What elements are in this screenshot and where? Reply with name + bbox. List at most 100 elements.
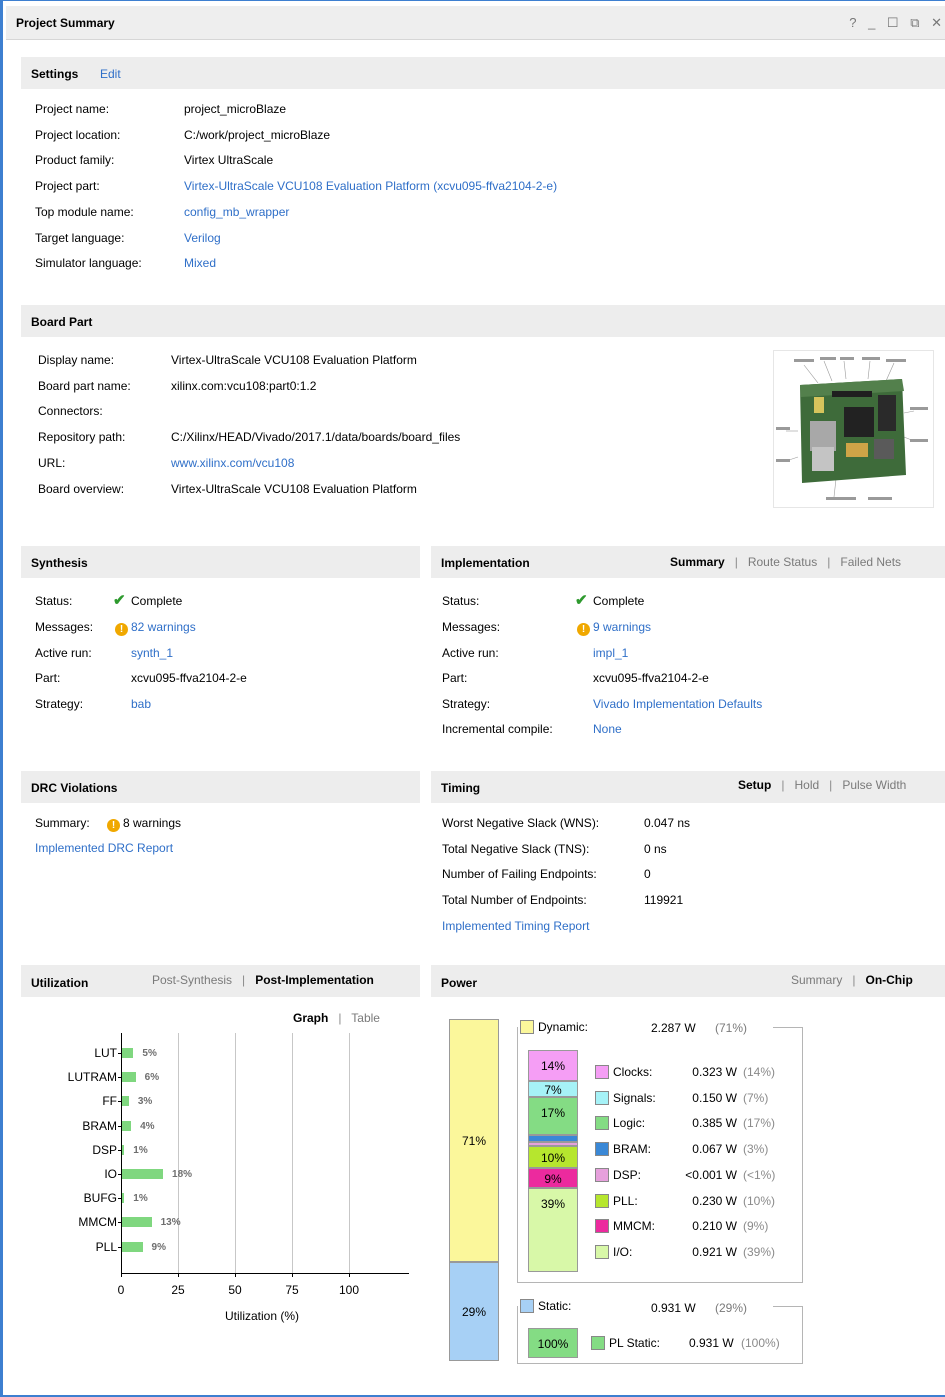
dynamic-power-bar[interactable]: 71% bbox=[449, 1019, 499, 1262]
timing-value: 0.047 ns bbox=[644, 816, 691, 830]
pl-static-label: PL Static: bbox=[609, 1336, 660, 1350]
utilization-bar[interactable] bbox=[122, 1120, 132, 1131]
settings-edit-link[interactable]: Edit bbox=[100, 67, 121, 81]
impl-strategy-link[interactable]: Vivado Implementation Defaults bbox=[593, 697, 762, 711]
impl-incremental-link[interactable]: None bbox=[593, 722, 622, 736]
bar-value-label: 5% bbox=[142, 1048, 157, 1059]
synthesis-strategy-label: Strategy: bbox=[35, 697, 84, 711]
board-value: xilinx.com:vcu108:part0:1.2 bbox=[171, 378, 317, 393]
synthesis-warnings-link[interactable]: 82 warnings bbox=[131, 620, 196, 634]
static-power-bar[interactable]: 29% bbox=[449, 1262, 499, 1361]
breakdown-segment[interactable] bbox=[528, 1135, 578, 1142]
y-tick-mark bbox=[118, 1101, 121, 1103]
static-label: Static: bbox=[538, 1299, 572, 1313]
utilization-bar[interactable] bbox=[122, 1169, 164, 1179]
timing-value: 0 ns bbox=[644, 841, 667, 856]
x-tick-label: 25 bbox=[171, 1283, 185, 1297]
static-legend: Static: bbox=[520, 1299, 571, 1313]
tab-on-chip[interactable]: On-Chip bbox=[865, 973, 912, 987]
category-label: BRAM bbox=[82, 1118, 117, 1133]
warning-icon: ! bbox=[577, 623, 590, 636]
settings-value: C:/work/project_microBlaze bbox=[184, 127, 331, 142]
static-pct: (29%) bbox=[715, 1301, 748, 1315]
legend-label: Signals: bbox=[613, 1090, 656, 1105]
utilization-bar[interactable] bbox=[122, 1048, 134, 1058]
bar-value-label: 13% bbox=[160, 1217, 181, 1229]
utilization-bar[interactable] bbox=[122, 1072, 136, 1083]
tab-route-status[interactable]: Route Status bbox=[748, 555, 817, 569]
settings-label: Project part: bbox=[35, 179, 100, 194]
x-tick-label: 75 bbox=[285, 1283, 299, 1297]
impl-warnings-link[interactable]: 9 warnings bbox=[593, 620, 651, 634]
title-bar: Project Summary ? _ ☐ ⧉ ✕ bbox=[6, 6, 945, 40]
x-tick-label: 100 bbox=[338, 1283, 360, 1297]
impl-strategy-label: Strategy: bbox=[442, 697, 491, 711]
utilization-title: Utilization bbox=[31, 976, 89, 990]
breakdown-segment[interactable]: 39% bbox=[528, 1188, 578, 1272]
breakdown-segment[interactable]: 10% bbox=[528, 1146, 578, 1168]
utilization-bar[interactable] bbox=[122, 1144, 125, 1155]
dynamic-label: Dynamic: bbox=[538, 1020, 589, 1034]
impl-status-label: Status: bbox=[442, 594, 480, 608]
synthesis-status-label: Status: bbox=[35, 594, 73, 608]
tab-power-summary[interactable]: Summary bbox=[791, 973, 842, 987]
board-label: Connectors: bbox=[38, 404, 103, 419]
pl-static-bar[interactable]: 100% bbox=[528, 1328, 578, 1358]
timing-report-link[interactable]: Implemented Timing Report bbox=[442, 919, 589, 933]
utilization-bar[interactable] bbox=[122, 1096, 129, 1107]
tab-table[interactable]: Table bbox=[351, 1011, 380, 1025]
warning-icon: ! bbox=[107, 819, 120, 832]
synthesis-part: xcvu095-ffva2104-2-e bbox=[131, 671, 247, 685]
tab-separator: | bbox=[728, 555, 745, 569]
legend-value: 0.150 W bbox=[692, 1090, 737, 1105]
settings-value[interactable]: Verilog bbox=[184, 231, 221, 245]
board-value[interactable]: www.xilinx.com/vcu108 bbox=[171, 456, 294, 470]
synthesis-header: Synthesis bbox=[21, 546, 420, 578]
utilization-bar[interactable] bbox=[122, 1193, 125, 1204]
tab-summary[interactable]: Summary bbox=[670, 555, 725, 569]
settings-value[interactable]: Mixed bbox=[184, 256, 216, 270]
settings-label: Simulator language: bbox=[35, 256, 142, 271]
power-header: Power Summary | On-Chip bbox=[431, 965, 945, 997]
power-legend-row: Logic: 0.385 W (17%) bbox=[595, 1116, 775, 1131]
impl-run-link[interactable]: impl_1 bbox=[593, 646, 628, 660]
window-title: Project Summary bbox=[16, 16, 115, 30]
tab-post-synthesis[interactable]: Post-Synthesis bbox=[152, 973, 232, 987]
bar-value-label: 18% bbox=[172, 1169, 193, 1180]
bar-value-label: 6% bbox=[144, 1072, 160, 1084]
tab-graph[interactable]: Graph bbox=[293, 1011, 328, 1025]
board-label: Board overview: bbox=[38, 481, 125, 496]
timing-value: 0 bbox=[644, 867, 651, 882]
tab-failed-nets[interactable]: Failed Nets bbox=[840, 555, 901, 569]
pl-static-legend-row: PL Static: 0.931 W (100%) bbox=[591, 1336, 780, 1350]
tab-setup[interactable]: Setup bbox=[738, 778, 771, 792]
window-controls-icon[interactable]: ? _ ☐ ⧉ ✕ bbox=[849, 15, 945, 31]
category-label: LUT bbox=[94, 1046, 117, 1060]
legend-value: 0.921 W bbox=[692, 1244, 737, 1259]
drc-report-link[interactable]: Implemented DRC Report bbox=[35, 841, 173, 855]
board-label: Display name: bbox=[38, 353, 115, 367]
timing-label: Number of Failing Endpoints: bbox=[442, 867, 597, 882]
breakdown-segment[interactable]: 9% bbox=[528, 1168, 578, 1188]
tab-hold[interactable]: Hold bbox=[794, 778, 819, 792]
board-image bbox=[773, 350, 934, 508]
breakdown-segment[interactable]: 14% bbox=[528, 1050, 578, 1081]
legend-pct: (10%) bbox=[743, 1193, 776, 1208]
settings-value[interactable]: Virtex-UltraScale VCU108 Evaluation Plat… bbox=[184, 179, 557, 193]
tab-post-implementation[interactable]: Post-Implementation bbox=[255, 973, 374, 987]
utilization-bar[interactable] bbox=[122, 1217, 152, 1228]
breakdown-segment[interactable]: 7% bbox=[528, 1081, 578, 1097]
category-label: PLL bbox=[95, 1239, 117, 1254]
utilization-bar[interactable] bbox=[122, 1241, 143, 1252]
synthesis-run-link[interactable]: synth_1 bbox=[131, 646, 173, 660]
breakdown-segment[interactable]: 17% bbox=[528, 1097, 578, 1135]
legend-swatch-icon bbox=[595, 1219, 609, 1234]
power-legend-row: DSP: <0.001 W (<1%) bbox=[595, 1167, 775, 1182]
category-label: IO bbox=[104, 1167, 117, 1181]
synthesis-strategy-link[interactable]: bab bbox=[131, 697, 151, 711]
bar-value-label: 1% bbox=[133, 1193, 148, 1205]
utilization-header: Utilization Post-Synthesis | Post-Implem… bbox=[21, 965, 420, 997]
settings-value[interactable]: config_mb_wrapper bbox=[184, 205, 289, 219]
tab-separator: | bbox=[774, 778, 792, 792]
tab-pulse-width[interactable]: Pulse Width bbox=[842, 778, 906, 792]
